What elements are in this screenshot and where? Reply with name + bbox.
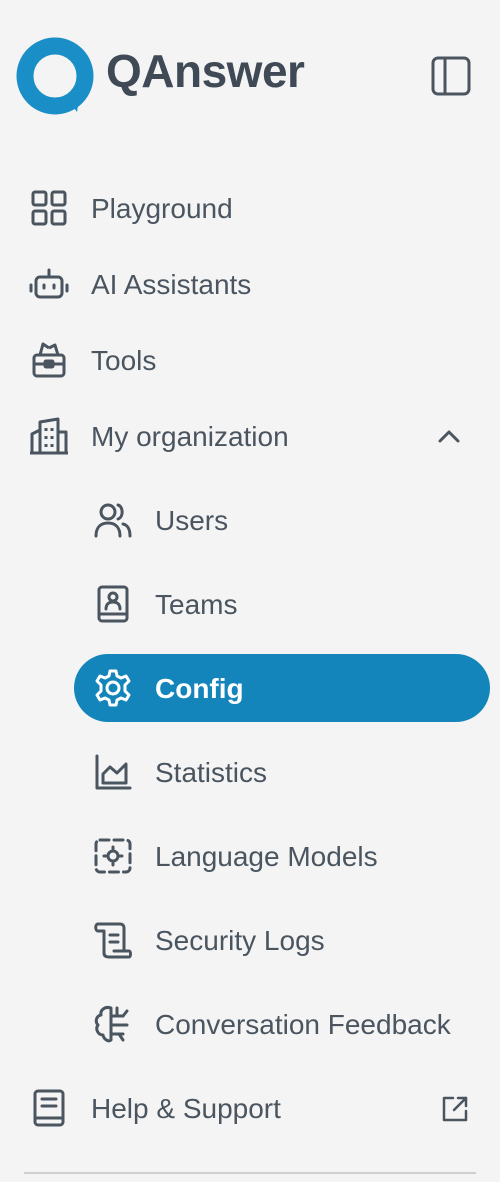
nav-label: Config bbox=[155, 673, 244, 704]
qanswer-logo-icon bbox=[15, 36, 95, 116]
external-link-icon bbox=[440, 1094, 470, 1124]
nav-label: Language Models bbox=[155, 841, 378, 872]
collapse-sidebar-button[interactable] bbox=[428, 53, 474, 99]
nav-item-help-support[interactable]: Help & Support bbox=[0, 1074, 500, 1142]
nav-item-conversation-feedback[interactable]: Conversation Feedback bbox=[0, 990, 500, 1058]
robot-icon bbox=[29, 264, 69, 304]
sidebar-divider bbox=[24, 1172, 476, 1174]
nav-item-statistics[interactable]: Statistics bbox=[0, 738, 500, 806]
cpu-icon bbox=[93, 836, 133, 876]
brand-name: QAnswer bbox=[106, 45, 305, 97]
nav-label: Teams bbox=[155, 589, 238, 620]
toolbox-icon bbox=[29, 340, 69, 380]
nav-item-tools[interactable]: Tools bbox=[0, 326, 500, 394]
nav-item-my-organization[interactable]: My organization bbox=[0, 402, 500, 470]
nav-item-config[interactable]: Config bbox=[0, 654, 500, 722]
nav-item-users[interactable]: Users bbox=[0, 486, 500, 554]
nav-label: Help & Support bbox=[91, 1093, 281, 1124]
nav-label: Tools bbox=[91, 345, 157, 376]
nav-item-ai-assistants[interactable]: AI Assistants bbox=[0, 250, 500, 318]
nav-item-playground[interactable]: Playground bbox=[0, 174, 500, 242]
nav-label: My organization bbox=[91, 421, 289, 452]
sidebar-panel-icon bbox=[431, 56, 471, 96]
scroll-icon bbox=[93, 920, 133, 960]
nav-label: Playground bbox=[91, 193, 233, 224]
nav-label: Statistics bbox=[155, 757, 268, 788]
nav-label: Security Logs bbox=[155, 925, 325, 956]
grid-icon bbox=[29, 188, 69, 228]
nav-label: AI Assistants bbox=[91, 269, 252, 300]
contact-book-icon bbox=[93, 584, 133, 624]
sidebar-header: QAnswer bbox=[0, 0, 500, 150]
gear-icon bbox=[93, 668, 133, 708]
nav-item-security-logs[interactable]: Security Logs bbox=[0, 906, 500, 974]
chevron-up-icon[interactable] bbox=[436, 426, 462, 446]
nav-label: Users bbox=[155, 505, 229, 536]
book-icon bbox=[29, 1088, 69, 1128]
chart-icon bbox=[93, 752, 133, 792]
building-icon bbox=[29, 416, 69, 456]
users-icon bbox=[93, 500, 133, 540]
nav-item-language-models[interactable]: Language Models bbox=[0, 822, 500, 890]
nav-label: Conversation Feedback bbox=[155, 1009, 451, 1040]
nav-item-teams[interactable]: Teams bbox=[0, 570, 500, 638]
brain-icon bbox=[93, 1004, 133, 1044]
